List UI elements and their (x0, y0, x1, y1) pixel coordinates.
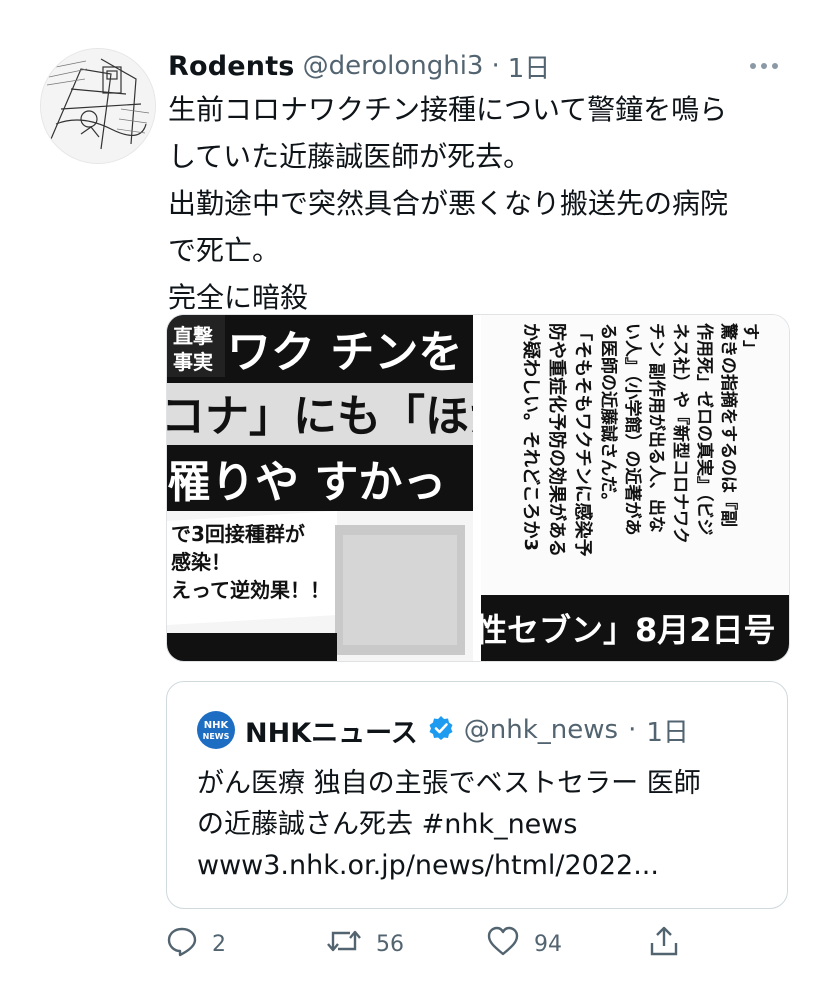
tweet-text-line: で死亡。 (168, 234, 281, 267)
like-icon (486, 925, 520, 963)
reply-button[interactable]: 2 (166, 924, 226, 964)
headline-line: ワク チンを (227, 327, 462, 378)
magazine-banner: 性セブン」8月2日号 (481, 611, 776, 649)
article-column: ネス社）や『新型コロナワク (670, 323, 691, 544)
quoted-text-line: がん医療 独自の主張でベストセラー 医師 (197, 768, 701, 799)
headline-corner: 直撃 (173, 324, 213, 348)
like-count: 94 (534, 931, 562, 957)
quoted-timestamp[interactable]: 1日 (646, 712, 689, 749)
media-image-left[interactable]: 直撃 事実 ワク チンを コナ」にも「ほか 罹りや すかっ で3回接種群が 感染… (167, 315, 473, 661)
retweet-button[interactable]: 56 (326, 924, 404, 964)
share-icon (648, 925, 680, 963)
quoted-display-name[interactable]: NHKニュース (245, 711, 418, 750)
article-column: チン 副作用が出る人、出な (646, 323, 667, 533)
nhk-logo-bottom: NEWS (203, 732, 230, 741)
reply-count: 2 (212, 931, 226, 957)
verified-badge-icon (428, 715, 454, 745)
media-grid: 直撃 事実 ワク チンを コナ」にも「ほか 罹りや すかっ で3回接種群が 感染… (166, 314, 790, 662)
retweet-count: 56 (376, 931, 404, 957)
tweet-text: 生前コロナワクチン接種について警鐘を鳴ら していた近藤誠医師が死去。 出勤途中で… (168, 86, 798, 321)
article-column: す」 (740, 323, 760, 357)
subhead-line: 感染！ (171, 550, 231, 574)
tweet-text-line: していた近藤誠医師が死去。 (168, 140, 532, 173)
magazine-article-image: す」 驚きの指摘をするのは『副 作用死」ゼロの真実』（ビジ ネス社）や『新型コロ… (481, 315, 789, 661)
separator-dot: · (491, 51, 500, 81)
quoted-text-link[interactable]: www3.nhk.or.jp/news/html/2022... (197, 845, 777, 886)
headline-line: コナ」にも「ほか (167, 391, 473, 442)
quoted-tweet[interactable]: NHK NEWS NHKニュース @nhk_news · 1日 がん医療 独自の… (166, 681, 788, 909)
more-icon[interactable] (745, 54, 783, 78)
article-column: る医師の近藤誠さんだ。 (598, 323, 619, 510)
article-column: い人』（小学館）の近著があ (622, 323, 643, 536)
tweet-text-line: 生前コロナワクチン接種について警鐘を鳴ら (168, 93, 728, 126)
separator-dot: · (628, 715, 637, 745)
subhead-line: で3回接種群が (171, 522, 305, 546)
avatar-illustration (41, 49, 155, 163)
article-column: 作用死」ゼロの真実』（ビジ (694, 323, 715, 536)
quoted-text-line[interactable]: の近藤誠さん死去 #nhk_news (197, 804, 777, 845)
like-button[interactable]: 94 (486, 924, 562, 964)
headline-line: 罹りや すかっ (167, 457, 446, 508)
display-name[interactable]: Rodents (168, 51, 295, 82)
reply-icon (166, 925, 198, 963)
tweet-actions: 2 56 94 (166, 924, 806, 964)
media-divider (473, 315, 481, 661)
media-image-right[interactable]: す」 驚きの指摘をするのは『副 作用死」ゼロの真実』（ビジ ネス社）や『新型コロ… (481, 315, 789, 661)
quoted-tweet-header: NHK NEWS NHKニュース @nhk_news · 1日 (197, 710, 689, 750)
handle[interactable]: @derolonghi3 (303, 51, 484, 81)
quoted-handle[interactable]: @nhk_news (464, 715, 618, 745)
article-column: 防や重症化予防の効果がある (546, 323, 568, 557)
tweet-text-line: 出勤途中で突然具合が悪くなり搬送先の病院 (168, 187, 729, 220)
headline-corner: 事実 (173, 350, 213, 374)
nhk-logo-top: NHK (204, 720, 230, 731)
article-column: 驚きの指摘をするのは『副 (718, 323, 739, 527)
tweet-header: Rodents @derolonghi3 · 1日 (168, 48, 550, 84)
avatar[interactable] (40, 48, 156, 164)
article-column: か疑わしい。それどころか3 (520, 323, 541, 551)
subhead-line: えって逆効果！！ (171, 578, 330, 602)
share-button[interactable] (648, 924, 680, 964)
quoted-tweet-text: がん医療 独自の主張でベストセラー 医師 の近藤誠さん死去 #nhk_news … (197, 763, 777, 886)
timestamp[interactable]: 1日 (508, 48, 551, 85)
magazine-headline-image: 直撃 事実 ワク チンを コナ」にも「ほか 罹りや すかっ で3回接種群が 感染… (167, 315, 473, 661)
retweet-icon (326, 925, 362, 963)
article-column: 「そもそもワクチンに感染予 (572, 323, 594, 557)
nhk-logo[interactable]: NHK NEWS (197, 711, 235, 749)
